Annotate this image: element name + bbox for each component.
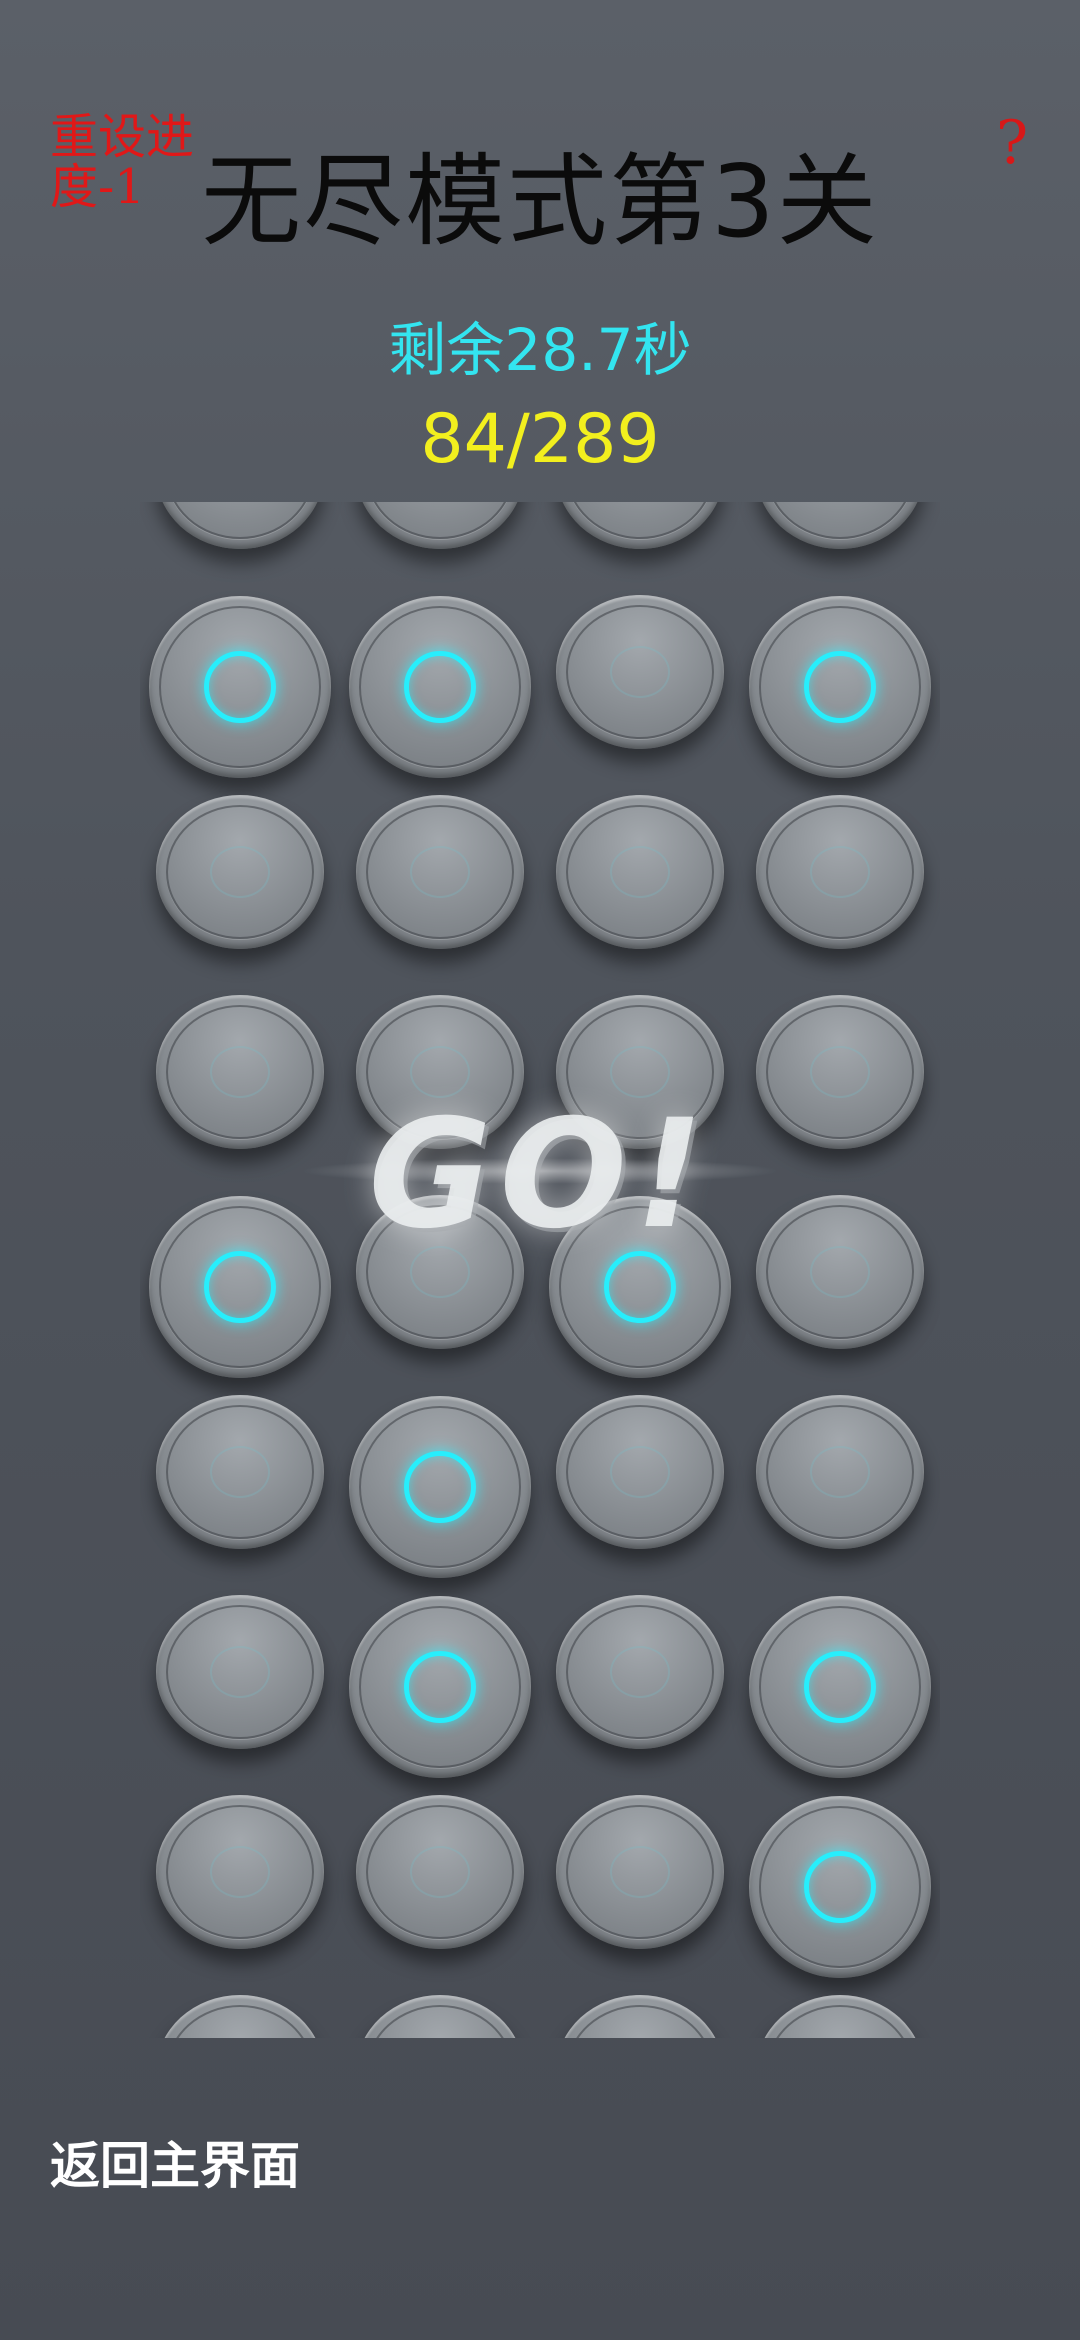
glowing-ring-icon bbox=[804, 1851, 876, 1923]
glowing-ring-icon bbox=[404, 1451, 476, 1523]
ring-icon bbox=[410, 1246, 470, 1298]
ring-icon bbox=[610, 1646, 670, 1698]
tile-button[interactable] bbox=[756, 795, 924, 949]
ring-icon bbox=[210, 1646, 270, 1698]
tile-button[interactable] bbox=[156, 1395, 324, 1549]
tile-button[interactable] bbox=[356, 1795, 524, 1949]
lit-tile-button[interactable] bbox=[349, 596, 531, 778]
game-board bbox=[140, 502, 940, 2038]
ring-icon bbox=[410, 846, 470, 898]
tile-button[interactable] bbox=[356, 502, 524, 549]
tile-button[interactable] bbox=[756, 502, 924, 549]
tile-button[interactable] bbox=[556, 795, 724, 949]
tile-button[interactable] bbox=[556, 1595, 724, 1749]
tile-button[interactable] bbox=[556, 1395, 724, 1549]
tile-button[interactable] bbox=[156, 1795, 324, 1949]
tile-button[interactable] bbox=[356, 795, 524, 949]
ring-icon bbox=[210, 1046, 270, 1098]
ring-icon bbox=[810, 1446, 870, 1498]
level-title: 无尽模式第3关 bbox=[201, 143, 879, 260]
tile-button[interactable] bbox=[756, 995, 924, 1149]
back-to-main-button[interactable]: 返回主界面 bbox=[50, 2134, 300, 2198]
glowing-ring-icon bbox=[404, 1651, 476, 1723]
progress-counter: 84/289 bbox=[420, 400, 660, 479]
ring-icon bbox=[610, 1046, 670, 1098]
tile-button[interactable] bbox=[556, 995, 724, 1149]
ring-icon bbox=[210, 846, 270, 898]
glowing-ring-icon bbox=[804, 1651, 876, 1723]
ring-icon bbox=[610, 1446, 670, 1498]
tile-button[interactable] bbox=[156, 1595, 324, 1749]
ring-icon bbox=[410, 1046, 470, 1098]
glowing-ring-icon bbox=[604, 1251, 676, 1323]
ring-icon bbox=[810, 1046, 870, 1098]
ring-icon bbox=[810, 846, 870, 898]
tile-button[interactable] bbox=[556, 502, 724, 549]
ring-icon bbox=[810, 1246, 870, 1298]
lit-tile-button[interactable] bbox=[149, 596, 331, 778]
tile-button[interactable] bbox=[356, 995, 524, 1149]
lit-tile-button[interactable] bbox=[149, 1196, 331, 1378]
tile-button[interactable] bbox=[156, 795, 324, 949]
tile-button[interactable] bbox=[156, 502, 324, 549]
tile-button[interactable] bbox=[156, 995, 324, 1149]
tile-button[interactable] bbox=[556, 1795, 724, 1949]
lit-tile-button[interactable] bbox=[549, 1196, 731, 1378]
ring-icon bbox=[210, 1446, 270, 1498]
tile-button[interactable] bbox=[556, 1995, 724, 2038]
ring-icon bbox=[610, 1846, 670, 1898]
ring-icon bbox=[210, 1846, 270, 1898]
glowing-ring-icon bbox=[204, 651, 276, 723]
tile-button[interactable] bbox=[156, 1995, 324, 2038]
lit-tile-button[interactable] bbox=[749, 596, 931, 778]
tile-button[interactable] bbox=[556, 595, 724, 749]
tile-button[interactable] bbox=[356, 1195, 524, 1349]
ring-icon bbox=[610, 646, 670, 698]
tile-button[interactable] bbox=[756, 1395, 924, 1549]
ring-icon bbox=[610, 846, 670, 898]
glowing-ring-icon bbox=[204, 1251, 276, 1323]
glowing-ring-icon bbox=[404, 651, 476, 723]
tile-button[interactable] bbox=[356, 1995, 524, 2038]
glowing-ring-icon bbox=[804, 651, 876, 723]
tile-button[interactable] bbox=[756, 1195, 924, 1349]
timer-text: 剩余28.7秒 bbox=[388, 316, 692, 384]
ring-icon bbox=[410, 1846, 470, 1898]
lit-tile-button[interactable] bbox=[349, 1596, 531, 1778]
lit-tile-button[interactable] bbox=[749, 1596, 931, 1778]
lit-tile-button[interactable] bbox=[749, 1796, 931, 1978]
lit-tile-button[interactable] bbox=[349, 1396, 531, 1578]
tile-button[interactable] bbox=[756, 1995, 924, 2038]
